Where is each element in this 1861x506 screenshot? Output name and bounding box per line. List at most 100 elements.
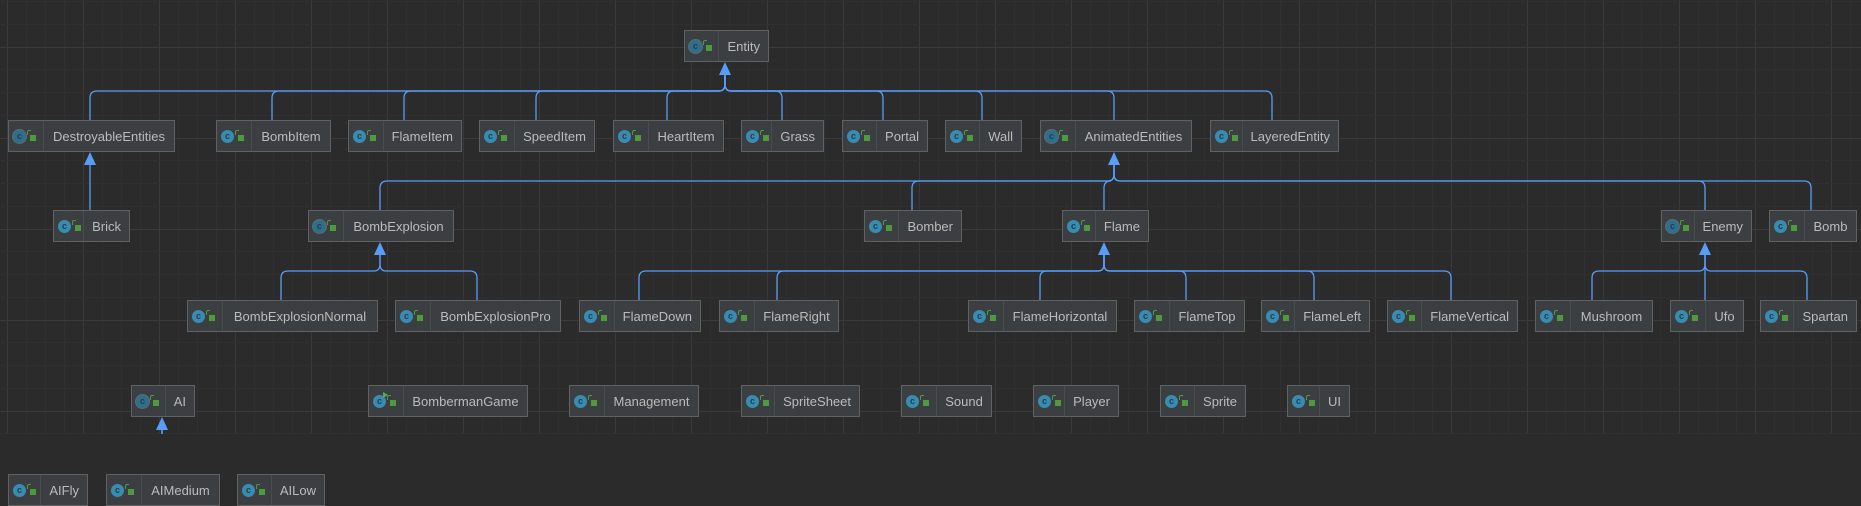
class-node-entity[interactable]: c Entity xyxy=(684,30,769,62)
public-lock-icon xyxy=(27,129,36,141)
class-node-ai[interactable]: c AI xyxy=(131,385,195,417)
class-node-bombexplosionnormal[interactable]: c BombExplosionNormal xyxy=(187,300,378,332)
class-node-enemy[interactable]: c Enemy xyxy=(1661,210,1752,242)
class-icon: c xyxy=(746,129,759,143)
public-lock-icon xyxy=(150,394,159,406)
inheritance-edge xyxy=(379,165,1115,210)
inheritance-edge xyxy=(724,75,783,120)
class-node-flameright[interactable]: c FlameRight xyxy=(719,300,839,332)
class-node-flameleft[interactable]: c FlameLeft xyxy=(1261,300,1370,332)
class-name: Flame xyxy=(1103,218,1140,234)
class-name: HeartItem xyxy=(657,128,715,144)
class-icon: c xyxy=(192,309,205,323)
class-node-bombexplosionpro[interactable]: c BombExplosionPro xyxy=(395,300,561,332)
class-node-spritesheet[interactable]: c SpriteSheet xyxy=(741,385,860,417)
class-node-speeditem[interactable]: c SpeedItem xyxy=(479,120,595,152)
class-name: BombExplosionPro xyxy=(440,308,551,324)
node-icons: c xyxy=(570,386,605,416)
class-node-spartan[interactable]: c Spartan xyxy=(1760,300,1857,332)
class-node-wall[interactable]: c Wall xyxy=(945,120,1022,152)
class-node-animatedentities[interactable]: c AnimatedEntities xyxy=(1040,120,1192,152)
public-lock-icon xyxy=(1179,394,1188,406)
node-icons: c xyxy=(54,211,85,241)
class-node-portal[interactable]: c Portal xyxy=(842,120,928,152)
class-node-brick[interactable]: c Brick xyxy=(53,210,130,242)
inheritance-arrow-icon xyxy=(374,242,386,255)
class-node-bombermangame[interactable]: c BombermanGame xyxy=(368,385,528,417)
node-icons: c xyxy=(614,121,649,151)
inheritance-edge xyxy=(161,430,163,434)
class-node-bombexplosion[interactable]: c BombExplosion xyxy=(308,210,454,242)
class-node-flame[interactable]: c Flame xyxy=(1062,210,1149,242)
class-node-ui[interactable]: c UI xyxy=(1287,385,1350,417)
class-node-aimedium[interactable]: c AIMedium xyxy=(106,474,220,506)
class-icon: c xyxy=(484,129,497,143)
class-node-ailow[interactable]: c AILow xyxy=(237,474,325,506)
class-node-heartitem[interactable]: c HeartItem xyxy=(613,120,724,152)
inheritance-edge xyxy=(638,255,1105,300)
inheritance-edge xyxy=(776,255,1105,300)
class-name: FlameRight xyxy=(763,308,830,324)
node-icons: c xyxy=(1662,211,1695,241)
node-icons: c xyxy=(1770,211,1805,241)
node-icons: c xyxy=(1041,121,1076,151)
class-name: LayeredEntity xyxy=(1250,128,1331,144)
class-node-bomber[interactable]: c Bomber xyxy=(864,210,962,242)
class-name: Spartan xyxy=(1802,308,1848,324)
public-lock-icon xyxy=(1788,219,1797,231)
class-node-sprite[interactable]: c Sprite xyxy=(1160,385,1246,417)
public-lock-icon xyxy=(1779,309,1788,321)
class-node-flamehorizontal[interactable]: c FlameHorizontal xyxy=(968,300,1117,332)
inheritance-arrow-icon xyxy=(719,62,731,75)
class-node-grass[interactable]: c Grass xyxy=(741,120,824,152)
node-icons: c xyxy=(188,301,223,331)
public-lock-icon xyxy=(414,309,423,321)
inheritance-arrow-icon xyxy=(1108,152,1120,165)
class-node-aifly[interactable]: c AIFly xyxy=(8,474,88,506)
inheritance-edge xyxy=(1113,165,1812,210)
node-icons: c xyxy=(969,301,1004,331)
class-node-bomb[interactable]: c Bomb xyxy=(1769,210,1857,242)
node-icons: c xyxy=(132,386,166,416)
class-name: BombExplosionNormal xyxy=(233,308,367,324)
node-icons: c xyxy=(1034,386,1066,416)
class-node-flamevertical[interactable]: c FlameVertical xyxy=(1387,300,1518,332)
class-icon: c xyxy=(13,483,26,497)
node-icons: c xyxy=(9,475,42,505)
public-lock-icon xyxy=(1280,309,1289,321)
class-node-flamedown[interactable]: c FlameDown xyxy=(579,300,701,332)
class-node-mushroom[interactable]: c Mushroom xyxy=(1535,300,1653,332)
public-lock-icon xyxy=(598,309,607,321)
class-node-flametop[interactable]: c FlameTop xyxy=(1134,300,1245,332)
class-icon: c xyxy=(973,309,986,323)
class-node-bombitem[interactable]: c BombItem xyxy=(216,120,331,152)
class-name: FlameTop xyxy=(1178,308,1236,324)
class-node-sound[interactable]: c Sound xyxy=(901,385,992,417)
inheritance-arrow-icon xyxy=(156,417,168,430)
class-name: FlameVertical xyxy=(1430,308,1509,324)
node-icons: c xyxy=(1135,301,1170,331)
class-node-layeredentity[interactable]: c LayeredEntity xyxy=(1210,120,1339,152)
class-node-ufo[interactable]: c Ufo xyxy=(1670,300,1744,332)
public-lock-icon xyxy=(125,483,134,495)
class-icon: c xyxy=(618,129,631,143)
class-name: Wall xyxy=(988,128,1013,144)
class-name: AI xyxy=(173,393,186,409)
public-lock-icon xyxy=(235,129,244,141)
node-icons: c xyxy=(107,475,142,505)
class-icon: c xyxy=(111,483,124,497)
class-name: AnimatedEntities xyxy=(1084,128,1183,144)
class-node-flameitem[interactable]: c FlameItem xyxy=(348,120,462,152)
public-lock-icon xyxy=(703,39,712,51)
class-name: SpeedItem xyxy=(523,128,586,144)
public-lock-icon xyxy=(72,219,81,231)
abstract-class-icon: c xyxy=(136,394,149,408)
class-icon: c xyxy=(1038,394,1051,408)
class-name: FlameItem xyxy=(391,128,453,144)
class-node-player[interactable]: c Player xyxy=(1033,385,1119,417)
class-icon: c xyxy=(400,309,413,323)
class-node-destroyableentities[interactable]: c DestroyableEntities xyxy=(8,120,175,152)
inheritance-edge xyxy=(1103,255,1452,300)
class-node-management[interactable]: c Management xyxy=(569,385,699,417)
node-icons: c xyxy=(1288,386,1320,416)
